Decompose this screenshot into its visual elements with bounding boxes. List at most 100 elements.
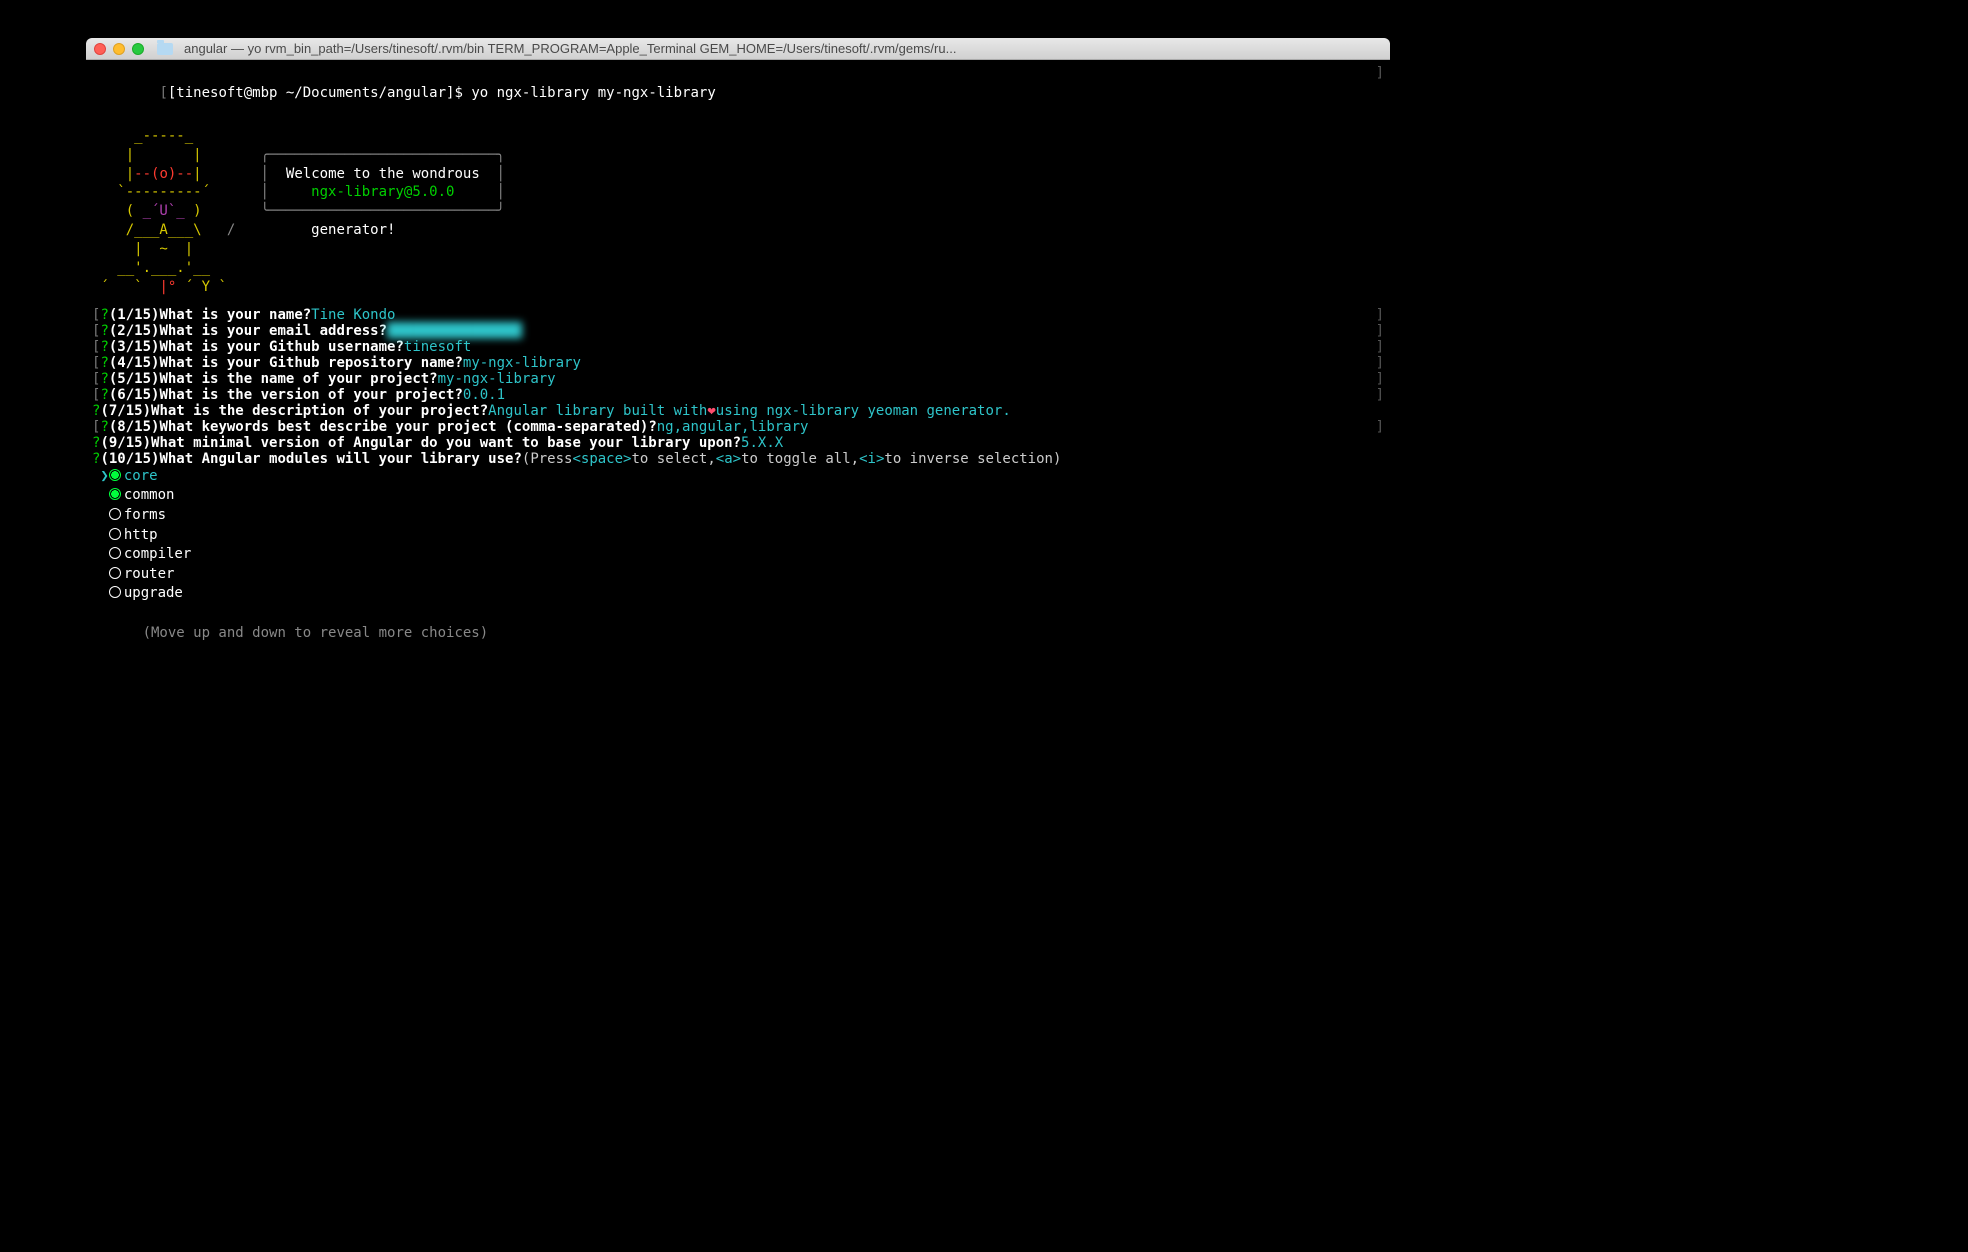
- indent: [92, 527, 109, 543]
- question-row: [? (5/15) What is the name of your proje…: [92, 371, 1384, 387]
- module-option[interactable]: compiler: [92, 545, 1384, 565]
- question-text: What keywords best describe your project…: [159, 419, 656, 435]
- answer-text: 0.0.1: [463, 387, 505, 403]
- question-mark-icon: ?: [92, 435, 100, 451]
- question-mark-icon: ?: [100, 307, 108, 323]
- answer-text: ng,angular,library: [657, 419, 809, 435]
- module-option[interactable]: forms: [92, 506, 1384, 526]
- question-text: What is the description of your project?: [151, 403, 488, 419]
- step-counter: (6/15): [109, 387, 160, 403]
- question-mark-icon: ?: [100, 371, 108, 387]
- right-bracket: ]: [1376, 323, 1384, 339]
- question-row: [? (1/15) What is your name? Tine Kondo]: [92, 307, 1384, 323]
- module-name: router: [124, 566, 175, 582]
- right-bracket: ]: [1376, 355, 1384, 371]
- step-counter: (4/15): [109, 355, 160, 371]
- module-option[interactable]: common: [92, 486, 1384, 506]
- question-mark-icon: ?: [100, 419, 108, 435]
- heart-icon: ❤: [707, 403, 715, 419]
- left-bracket: [: [92, 323, 100, 339]
- answer-text: my-ngx-library: [438, 371, 556, 387]
- titlebar: angular — yo rvm_bin_path=/Users/tinesof…: [86, 38, 1390, 60]
- modules-container[interactable]: ❯core common forms http compiler router …: [92, 467, 1384, 604]
- radio-selected-icon[interactable]: [109, 488, 121, 500]
- answer-text: ████████████████: [387, 323, 522, 339]
- step-counter: (7/15): [100, 403, 151, 419]
- window-title: angular — yo rvm_bin_path=/Users/tinesof…: [184, 41, 1382, 56]
- minimize-icon[interactable]: [113, 43, 125, 55]
- question-text: What is your name?: [159, 307, 311, 323]
- hint-text: to inverse selection): [884, 451, 1061, 467]
- questions-container: [? (1/15) What is your name? Tine Kondo]…: [92, 307, 1384, 467]
- maximize-icon[interactable]: [132, 43, 144, 55]
- question-mark-icon: ?: [92, 403, 100, 419]
- step-counter: (2/15): [109, 323, 160, 339]
- radio-unselected-icon[interactable]: [109, 528, 121, 540]
- radio-unselected-icon[interactable]: [109, 508, 121, 520]
- question-mark-icon: ?: [100, 323, 108, 339]
- question-text: What is your Github username?: [159, 339, 403, 355]
- yeoman-banner: _-----_ | | ╭───────────────────────────…: [92, 127, 1384, 297]
- right-bracket: ]: [1376, 307, 1384, 323]
- radio-unselected-icon[interactable]: [109, 567, 121, 579]
- module-option[interactable]: ❯ core: [92, 467, 1384, 487]
- question-mark-icon: ?: [100, 355, 108, 371]
- cursor-caret-icon: ❯: [92, 468, 109, 484]
- step-counter: (10/15): [100, 451, 159, 467]
- module-option[interactable]: http: [92, 526, 1384, 546]
- module-option[interactable]: upgrade: [92, 584, 1384, 604]
- question-text: What is the name of your project?: [159, 371, 437, 387]
- hint-key: <a>: [716, 451, 741, 467]
- answer-text: Angular library built with: [488, 403, 707, 419]
- hint-text: (Press: [522, 451, 573, 467]
- module-name: forms: [124, 507, 166, 523]
- step-counter: (3/15): [109, 339, 160, 355]
- indent: [92, 487, 109, 503]
- module-name: common: [124, 487, 175, 503]
- question-text: What minimal version of Angular do you w…: [151, 435, 741, 451]
- question-text: What Angular modules will your library u…: [159, 451, 521, 467]
- step-counter: (1/15): [109, 307, 160, 323]
- answer-text: using ngx-library yeoman generator.: [716, 403, 1011, 419]
- question-text: What is your Github repository name?: [159, 355, 462, 371]
- hint-key: <space>: [572, 451, 631, 467]
- question-row: [? (6/15) What is the version of your pr…: [92, 387, 1384, 403]
- shell-prompt: [tinesoft@mbp ~/Documents/angular]$: [168, 85, 471, 101]
- question-mark-icon: ?: [100, 339, 108, 355]
- left-bracket: [: [92, 355, 100, 371]
- question-row: ? (10/15) What Angular modules will your…: [92, 451, 1384, 467]
- question-text: What is your email address?: [159, 323, 387, 339]
- right-bracket: ]: [1376, 64, 1384, 123]
- left-bracket: [: [92, 387, 100, 403]
- right-bracket: ]: [1376, 371, 1384, 387]
- right-bracket: ]: [1376, 419, 1384, 435]
- close-icon[interactable]: [94, 43, 106, 55]
- terminal-body[interactable]: [ [tinesoft@mbp ~/Documents/angular]$ yo …: [86, 60, 1390, 760]
- right-bracket: ]: [1376, 339, 1384, 355]
- question-row: [? (2/15) What is your email address? ██…: [92, 323, 1384, 339]
- radio-selected-icon[interactable]: [109, 469, 121, 481]
- indent: [92, 585, 109, 601]
- shell-command: yo ngx-library my-ngx-library: [471, 85, 715, 101]
- radio-unselected-icon[interactable]: [109, 586, 121, 598]
- radio-unselected-icon[interactable]: [109, 547, 121, 559]
- answer-text: my-ngx-library: [463, 355, 581, 371]
- hint-text: to toggle all,: [741, 451, 859, 467]
- question-row: ? (9/15) What minimal version of Angular…: [92, 435, 1384, 451]
- shell-prompt-line: [[tinesoft@mbp ~/Documents/angular]$ yo …: [92, 64, 1384, 123]
- footer-hint: (Move up and down to reveal more choices…: [92, 604, 1384, 663]
- module-name: upgrade: [124, 585, 183, 601]
- module-name: compiler: [124, 546, 191, 562]
- step-counter: (5/15): [109, 371, 160, 387]
- left-bracket: [: [92, 307, 100, 323]
- module-option[interactable]: router: [92, 565, 1384, 585]
- question-mark-icon: ?: [100, 387, 108, 403]
- question-row: [? (4/15) What is your Github repository…: [92, 355, 1384, 371]
- folder-icon: [157, 43, 173, 55]
- module-name: http: [124, 527, 158, 543]
- terminal-window: angular — yo rvm_bin_path=/Users/tinesof…: [86, 38, 1390, 760]
- module-name: core: [124, 468, 158, 484]
- hint-text: to select,: [631, 451, 715, 467]
- left-bracket: [: [92, 371, 100, 387]
- right-bracket: ]: [1376, 387, 1384, 403]
